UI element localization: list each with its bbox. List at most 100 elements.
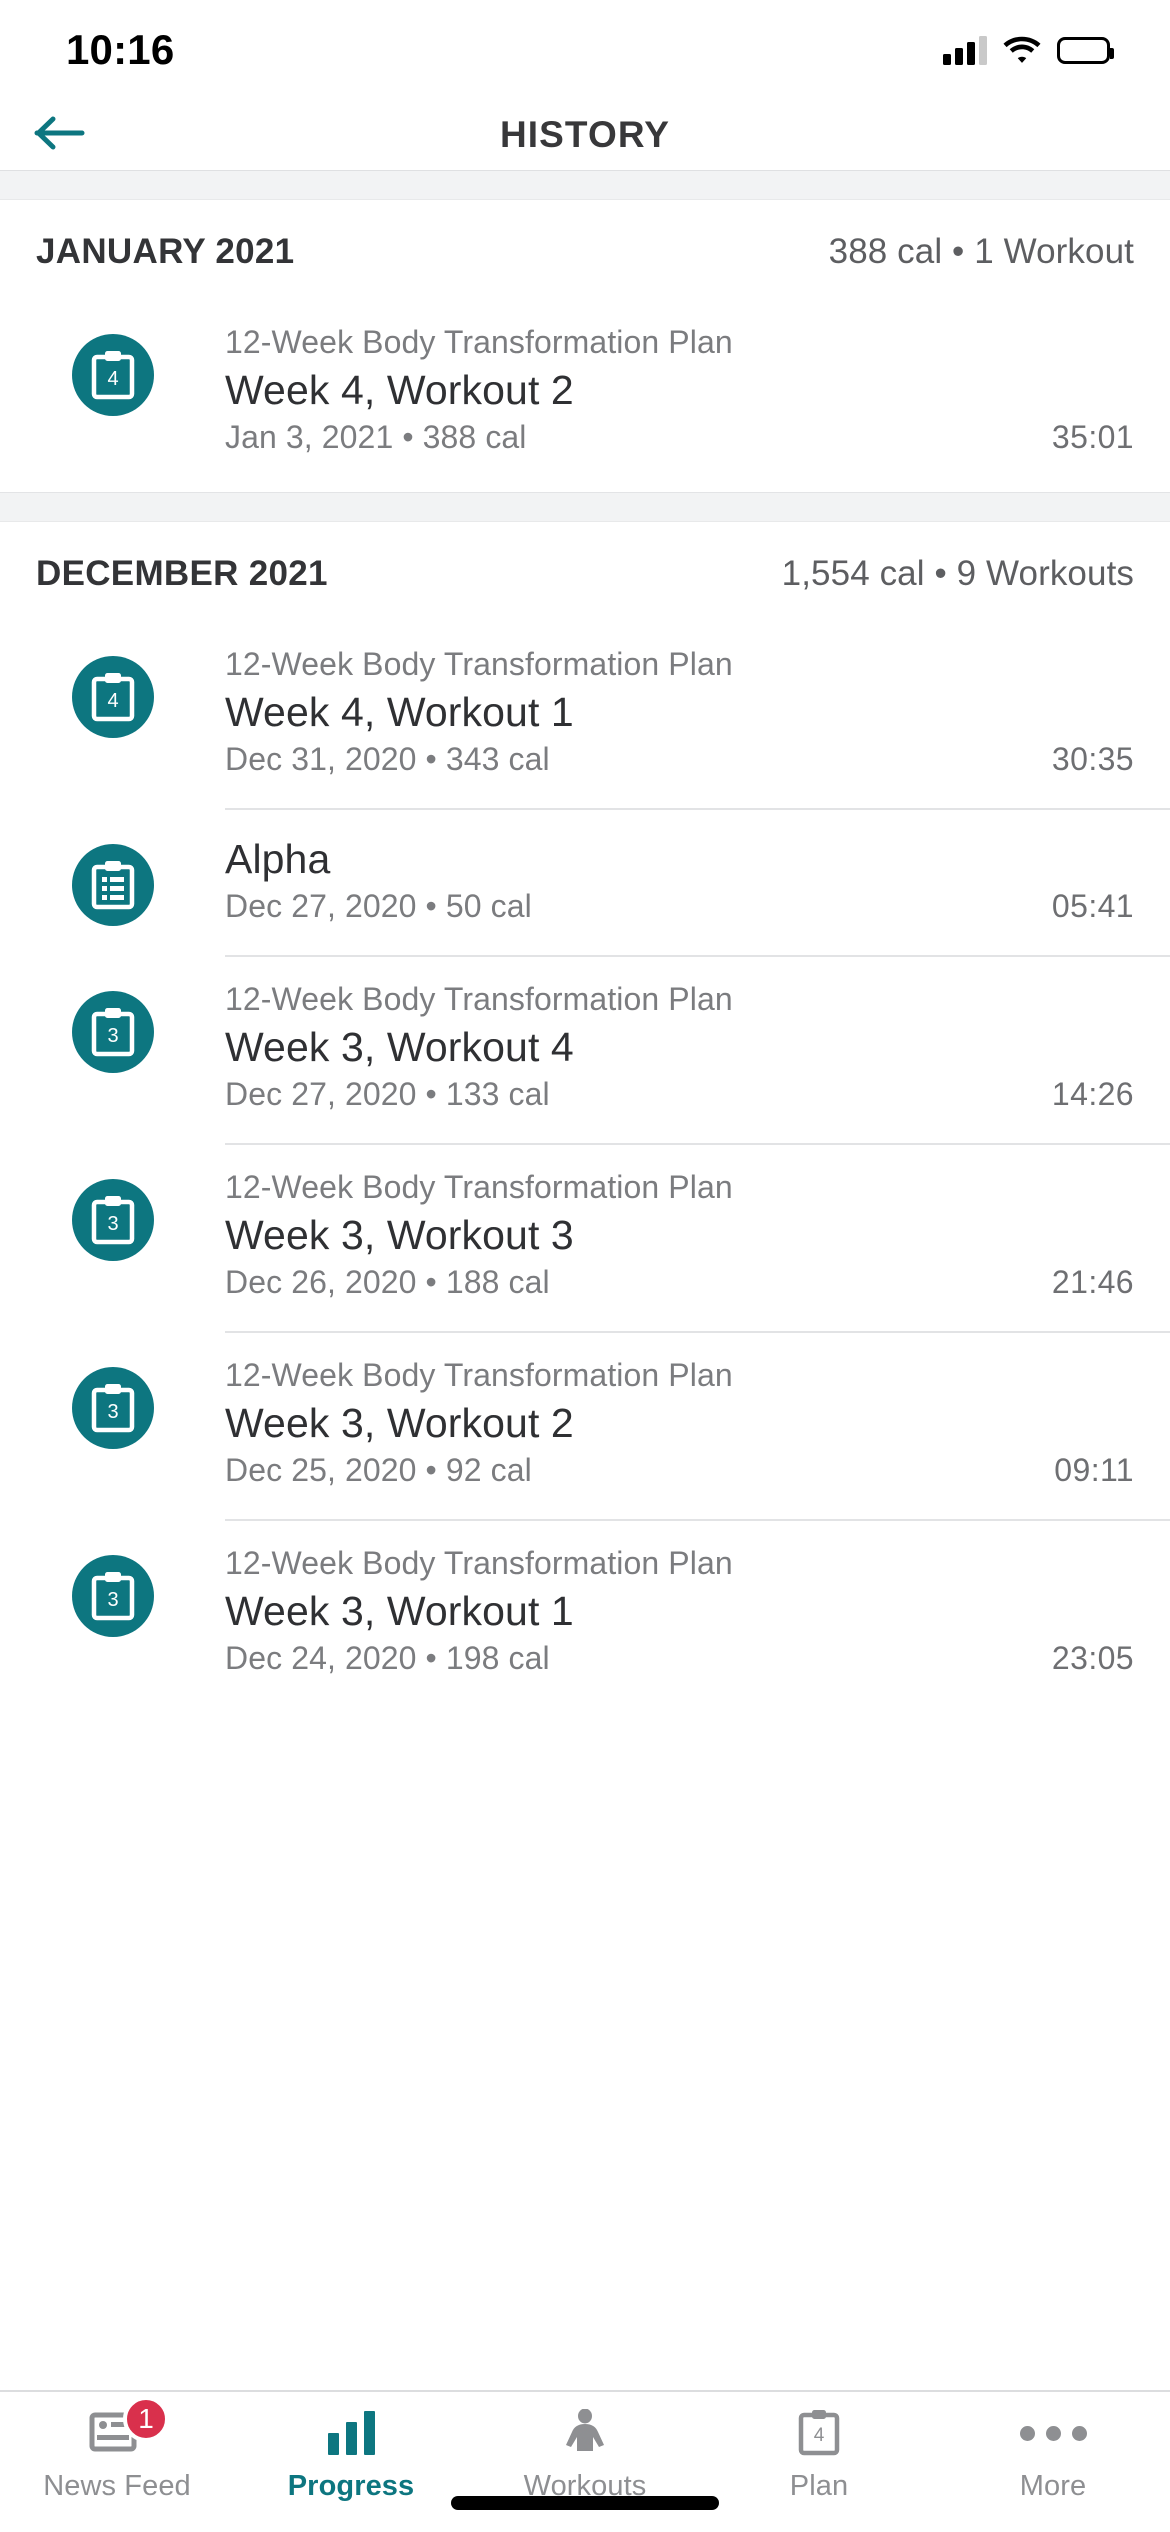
workout-icon-col: 3	[0, 1519, 225, 1638]
workout-duration: 09:11	[1054, 1452, 1134, 1489]
month-header-december: DECEMBER 2021 1,554 cal • 9 Workouts	[0, 522, 1170, 620]
history-list[interactable]: JANUARY 2021 388 cal • 1 Workout 4 12-We…	[0, 170, 1170, 2390]
workout-meta: Dec 27, 2020 • 50 cal	[225, 888, 532, 925]
nav-header: HISTORY	[0, 100, 1170, 170]
section-band	[0, 492, 1170, 523]
workout-title: Week 4, Workout 2	[225, 367, 574, 413]
wifi-icon	[1003, 35, 1041, 65]
workout-meta-line: Dec 24, 2020 • 198 cal 23:05	[225, 1640, 1134, 1677]
row-divider	[225, 1519, 1170, 1522]
cellular-signal-icon	[943, 35, 987, 65]
page-title: HISTORY	[499, 114, 671, 155]
clipboard-week-icon: 3	[71, 1555, 154, 1638]
tab-label: More	[1019, 2470, 1087, 2502]
workout-icon-col: 3	[0, 1143, 225, 1262]
clipboard-week-icon: 3	[71, 1367, 154, 1450]
workout-rows-january: 4 12-Week Body Transformation Plan Week …	[0, 298, 1170, 492]
workout-title: Week 3, Workout 3	[225, 1212, 574, 1259]
tab-label: Progress	[287, 2470, 415, 2502]
body-torso-icon	[560, 2406, 610, 2460]
home-indicator	[451, 2496, 719, 2510]
workout-row-body: 12-Week Body Transformation Plan Week 4,…	[225, 298, 1134, 486]
week-number: 3	[107, 1589, 118, 1611]
app-screen: 10:16 HISTORY JANUARY 2021 388 cal • 1 W…	[0, 0, 1170, 2532]
workout-row[interactable]: 4 12-Week Body Transformation Plan Week …	[0, 298, 1170, 486]
workout-meta-line: Dec 26, 2020 • 188 cal 21:46	[225, 1264, 1134, 1301]
workout-row[interactable]: 3 12-Week Body Transformation Plan Week …	[0, 955, 1170, 1143]
row-divider	[225, 955, 1170, 958]
workout-meta-line: Dec 27, 2020 • 133 cal 14:26	[225, 1076, 1134, 1113]
news-feed-icon: 1	[89, 2396, 169, 2460]
workout-duration: 05:41	[1051, 888, 1134, 925]
workout-row-body: 12-Week Body Transformation Plan Week 3,…	[225, 1143, 1134, 1331]
workout-meta-line: Dec 27, 2020 • 50 cal 05:41	[225, 888, 1134, 925]
week-number: 4	[107, 368, 118, 390]
workout-meta-line: Dec 25, 2020 • 92 cal 09:11	[225, 1452, 1134, 1489]
workout-meta: Dec 26, 2020 • 188 cal	[225, 1264, 550, 1301]
workout-meta: Dec 24, 2020 • 198 cal	[225, 1640, 550, 1677]
workout-row[interactable]: Alpha Dec 27, 2020 • 50 cal 05:41	[0, 808, 1170, 955]
clipboard-week-icon: 3	[71, 1179, 154, 1262]
workout-plan-name: 12-Week Body Transformation Plan	[225, 1545, 733, 1582]
workout-icon-col: 3	[0, 1331, 225, 1450]
workout-icon-col: 4	[0, 298, 225, 416]
plan-number: 4	[814, 2425, 825, 2446]
ellipsis-icon	[1019, 2406, 1087, 2460]
month-header-january: JANUARY 2021 388 cal • 1 Workout	[0, 200, 1170, 298]
status-icons	[943, 35, 1114, 65]
workout-row[interactable]: 3 12-Week Body Transformation Plan Week …	[0, 1331, 1170, 1519]
workout-row[interactable]: 3 12-Week Body Transformation Plan Week …	[0, 1519, 1170, 1707]
back-arrow-icon	[34, 113, 86, 158]
workout-title: Week 4, Workout 1	[225, 689, 574, 736]
workout-duration: 23:05	[1051, 1640, 1134, 1677]
week-number: 3	[107, 1213, 118, 1235]
tab-workouts[interactable]: Workouts	[468, 2406, 702, 2503]
battery-full-icon	[1057, 36, 1114, 64]
clipboard-week-icon: 4	[71, 334, 154, 416]
tab-plan[interactable]: 4 Plan	[702, 2406, 936, 2503]
month-name: DECEMBER 2021	[36, 554, 328, 594]
workout-meta-line: Dec 31, 2020 • 343 cal 30:35	[225, 741, 1134, 778]
bar-chart-icon	[327, 2406, 375, 2460]
clipboard-list-icon	[71, 844, 154, 927]
clipboard-week-icon: 4	[71, 656, 154, 739]
row-divider	[225, 1331, 1170, 1334]
tab-label: Plan	[789, 2470, 849, 2502]
workout-row[interactable]: 3 12-Week Body Transformation Plan Week …	[0, 1143, 1170, 1331]
workout-row-body: Alpha Dec 27, 2020 • 50 cal 05:41	[225, 808, 1134, 955]
workout-rows-december: 4 12-Week Body Transformation Plan Week …	[0, 620, 1170, 1713]
tab-more[interactable]: More	[936, 2406, 1170, 2503]
workout-duration: 35:01	[1051, 419, 1134, 456]
workout-duration: 14:26	[1051, 1076, 1134, 1113]
workout-meta: Jan 3, 2021 • 388 cal	[225, 419, 527, 456]
workout-row-body: 12-Week Body Transformation Plan Week 3,…	[225, 1519, 1134, 1707]
month-name: JANUARY 2021	[36, 232, 295, 271]
workout-meta-line: Jan 3, 2021 • 388 cal 35:01	[225, 419, 1134, 456]
workout-plan-name: 12-Week Body Transformation Plan	[225, 1169, 733, 1206]
workout-row-body: 12-Week Body Transformation Plan Week 3,…	[225, 1331, 1134, 1519]
week-number: 3	[107, 1025, 118, 1047]
row-divider	[225, 808, 1170, 811]
row-divider	[225, 1143, 1170, 1146]
workout-icon-col: 4	[0, 620, 225, 739]
workout-title: Alpha	[225, 836, 331, 883]
clipboard-plan-icon: 4	[796, 2406, 842, 2460]
workout-icon-col	[0, 808, 225, 927]
workout-icon-col: 3	[0, 955, 225, 1074]
workout-plan-name: 12-Week Body Transformation Plan	[225, 646, 733, 683]
workout-plan-name: 12-Week Body Transformation Plan	[225, 1357, 733, 1394]
workout-title: Week 3, Workout 2	[225, 1400, 574, 1447]
workout-plan-name: 12-Week Body Transformation Plan	[225, 981, 733, 1018]
bottom-tab-bar: 1 News Feed Progress Workouts 4 Plan Mor…	[0, 2390, 1170, 2532]
back-button[interactable]	[22, 100, 98, 170]
clipboard-week-icon: 3	[71, 991, 154, 1074]
status-bar: 10:16	[0, 0, 1170, 100]
week-number: 3	[107, 1401, 118, 1423]
workout-plan-name: 12-Week Body Transformation Plan	[225, 324, 733, 360]
workout-row[interactable]: 4 12-Week Body Transformation Plan Week …	[0, 620, 1170, 808]
workout-meta: Dec 25, 2020 • 92 cal	[225, 1452, 532, 1489]
workout-row-body: 12-Week Body Transformation Plan Week 3,…	[225, 955, 1134, 1143]
tab-progress[interactable]: Progress	[234, 2406, 468, 2503]
tab-news-feed[interactable]: 1 News Feed	[0, 2396, 234, 2503]
workout-title: Week 3, Workout 4	[225, 1024, 574, 1071]
